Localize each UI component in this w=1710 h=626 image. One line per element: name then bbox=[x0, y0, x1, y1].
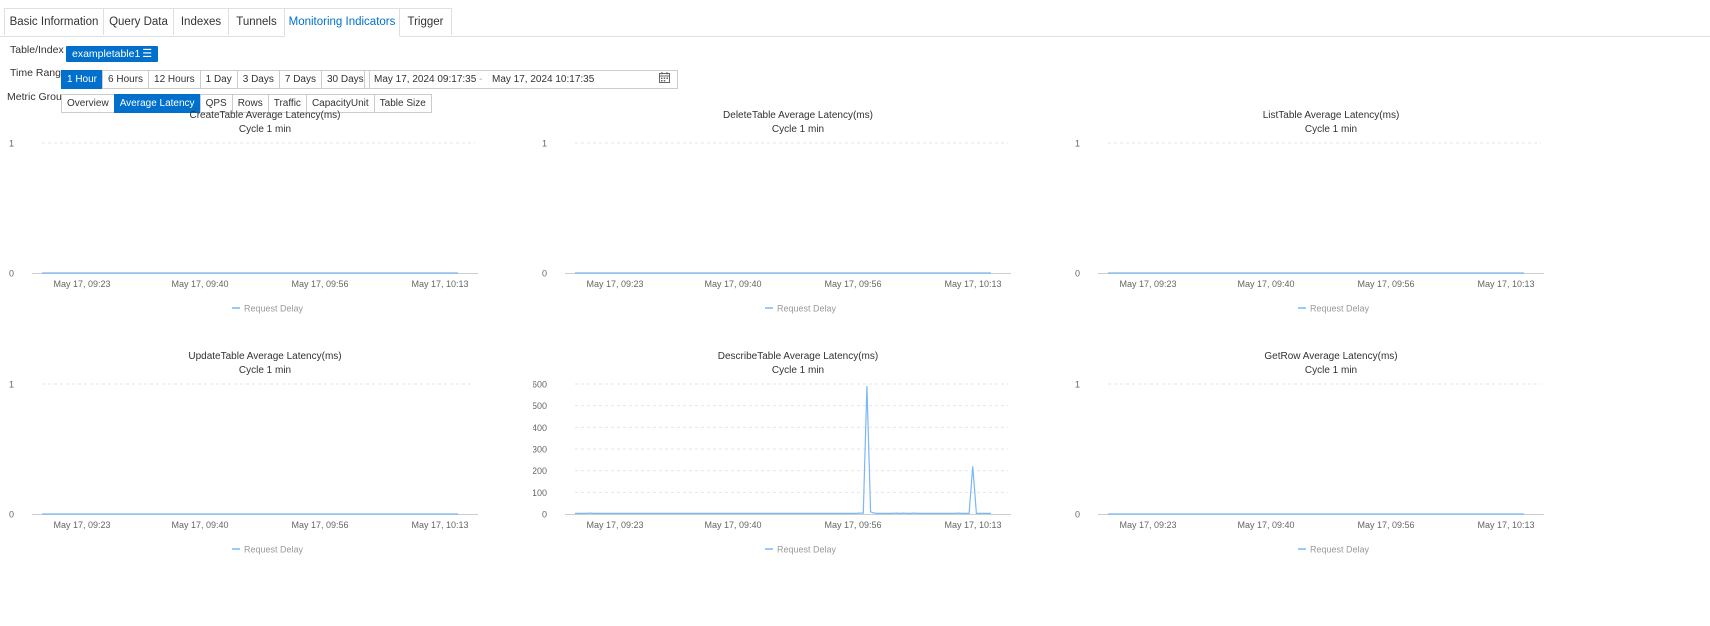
calendar-icon[interactable] bbox=[659, 72, 670, 89]
tab-indexes[interactable]: Indexes bbox=[173, 8, 229, 35]
y-tick-label: 0 bbox=[1075, 510, 1080, 520]
x-tick-label: May 17, 09:40 bbox=[1237, 279, 1294, 289]
y-tick-label: 0 bbox=[1075, 269, 1080, 279]
x-tick-label: May 17, 09:40 bbox=[704, 279, 761, 289]
chart-panel-listtable-average-latency-ms: ListTable Average Latency(ms) Cycle 1 min… bbox=[1066, 108, 1599, 343]
x-tick-label: May 17, 09:56 bbox=[291, 279, 348, 289]
y-tick-label: 0 bbox=[542, 269, 547, 279]
tab-query-data[interactable]: Query Data bbox=[103, 8, 174, 35]
y-tick-label: 1 bbox=[9, 380, 14, 390]
metric-group-label: Metric Group bbox=[7, 91, 68, 103]
tab-trigger[interactable]: Trigger bbox=[399, 8, 452, 35]
x-tick-label: May 17, 09:40 bbox=[1237, 520, 1294, 530]
y-tick-label: 500 bbox=[533, 401, 547, 411]
tab-tunnels[interactable]: Tunnels bbox=[228, 8, 285, 35]
y-tick-label: 300 bbox=[533, 445, 547, 455]
tab-basic-information[interactable]: Basic Information bbox=[4, 8, 104, 35]
time-range-selector: 1 Hour 6 Hours 12 Hours 1 Day 3 Days 7 Days 30… bbox=[61, 70, 370, 89]
y-tick-label: 1 bbox=[1075, 139, 1080, 149]
y-tick-label: 600 bbox=[533, 380, 547, 390]
x-tick-label: May 17, 10:13 bbox=[411, 279, 468, 289]
time-option-1-day[interactable]: 1 Day bbox=[199, 70, 238, 89]
line-chart: 0 1 May 17, 09:23 May 17, 09:40 May 17, 09:5… bbox=[9, 380, 478, 555]
table-index-label: Table/Index bbox=[10, 44, 64, 56]
end-date: May 17, 2024 10:17:35 bbox=[492, 74, 595, 85]
tab-monitoring-indicators[interactable]: Monitoring Indicators bbox=[284, 8, 400, 37]
time-option-6-hours[interactable]: 6 Hours bbox=[102, 70, 150, 89]
table-select-value: exampletable1 bbox=[72, 48, 141, 60]
time-option-30-days[interactable]: 30 Days bbox=[320, 70, 370, 89]
x-tick-label: May 17, 09:40 bbox=[704, 520, 761, 530]
time-option-3-days[interactable]: 3 Days bbox=[236, 70, 280, 89]
chart-panel-createtable-average-latency-ms: CreateTable Average Latency(ms) Cycle 1 m… bbox=[0, 108, 533, 343]
y-tick-label: 0 bbox=[542, 510, 547, 520]
chart-panel-deletetable-average-latency-ms: DeleteTable Average Latency(ms) Cycle 1 m… bbox=[533, 108, 1066, 343]
y-tick-label: 0 bbox=[9, 510, 14, 520]
legend-label[interactable]: Request Delay bbox=[1310, 304, 1370, 314]
legend-label[interactable]: Request Delay bbox=[777, 545, 837, 555]
x-tick-label: May 17, 09:56 bbox=[1357, 279, 1414, 289]
x-tick-label: May 17, 09:23 bbox=[1119, 279, 1176, 289]
x-tick-label: May 17, 10:13 bbox=[1477, 520, 1534, 530]
legend-label[interactable]: Request Delay bbox=[777, 304, 837, 314]
list-icon: ☰ bbox=[142, 48, 153, 60]
time-range-label: Time Range bbox=[10, 67, 67, 79]
legend-label[interactable]: Request Delay bbox=[244, 545, 304, 555]
x-tick-label: May 17, 09:56 bbox=[291, 520, 348, 530]
time-option-12-hours[interactable]: 12 Hours bbox=[148, 70, 201, 89]
chart-panel-updatetable-average-latency-ms: UpdateTable Average Latency(ms) Cycle 1 m… bbox=[0, 349, 533, 584]
x-tick-label: May 17, 10:13 bbox=[944, 520, 1001, 530]
time-option-1-hour[interactable]: 1 Hour bbox=[61, 70, 104, 89]
x-tick-label: May 17, 09:23 bbox=[1119, 520, 1176, 530]
range-separator: - bbox=[479, 74, 483, 85]
line-chart: 0 1 May 17, 09:23 May 17, 09:40 May 17, 09:5… bbox=[9, 139, 478, 314]
legend-label[interactable]: Request Delay bbox=[244, 304, 304, 314]
chart-panel-describetable-average-latency-ms: DescribeTable Average Latency(ms) Cycle 1… bbox=[533, 349, 1066, 584]
y-tick-label: 400 bbox=[533, 423, 547, 433]
x-tick-label: May 17, 09:23 bbox=[53, 520, 110, 530]
y-tick-label: 100 bbox=[533, 488, 547, 498]
line-chart: 0 100 200 300 400 500 600 May 17, 09:23 May 17, … bbox=[533, 380, 1011, 555]
x-tick-label: May 17, 09:56 bbox=[1357, 520, 1414, 530]
table-select[interactable]: exampletable1 ☰ bbox=[66, 46, 159, 62]
line-chart: 0 1 May 17, 09:23 May 17, 09:40 May 17, 09:5… bbox=[1075, 380, 1544, 555]
line-chart: 0 1 May 17, 09:23 May 17, 09:40 May 17, 09:5… bbox=[542, 139, 1011, 314]
x-tick-label: May 17, 09:23 bbox=[586, 520, 643, 530]
time-option-7-days[interactable]: 7 Days bbox=[278, 70, 322, 89]
legend-label[interactable]: Request Delay bbox=[1310, 545, 1370, 555]
y-tick-label: 1 bbox=[9, 139, 14, 149]
x-tick-label: May 17, 10:13 bbox=[1477, 279, 1534, 289]
chart-panel-getrow-average-latency-ms: GetRow Average Latency(ms) Cycle 1 min 0 1 M… bbox=[1066, 349, 1599, 584]
x-tick-label: May 17, 09:23 bbox=[586, 279, 643, 289]
date-range-picker[interactable]: May 17, 2024 09:17:35 - May 17, 2024 10:… bbox=[364, 70, 678, 89]
start-date: May 17, 2024 09:17:35 bbox=[374, 74, 477, 85]
tab-bar: Basic Information Query Data Indexes Tun… bbox=[0, 8, 1710, 37]
x-tick-label: May 17, 09:23 bbox=[53, 279, 110, 289]
line-chart: 0 1 May 17, 09:23 May 17, 09:40 May 17, 09:5… bbox=[1075, 139, 1544, 314]
x-tick-label: May 17, 09:56 bbox=[824, 279, 881, 289]
x-tick-label: May 17, 09:40 bbox=[171, 279, 228, 289]
y-tick-label: 200 bbox=[533, 466, 547, 476]
x-tick-label: May 17, 09:56 bbox=[824, 520, 881, 530]
x-tick-label: May 17, 09:40 bbox=[171, 520, 228, 530]
y-tick-label: 1 bbox=[1075, 380, 1080, 390]
y-tick-label: 0 bbox=[9, 269, 14, 279]
x-tick-label: May 17, 10:13 bbox=[944, 279, 1001, 289]
y-tick-label: 1 bbox=[542, 139, 547, 149]
x-tick-label: May 17, 10:13 bbox=[411, 520, 468, 530]
